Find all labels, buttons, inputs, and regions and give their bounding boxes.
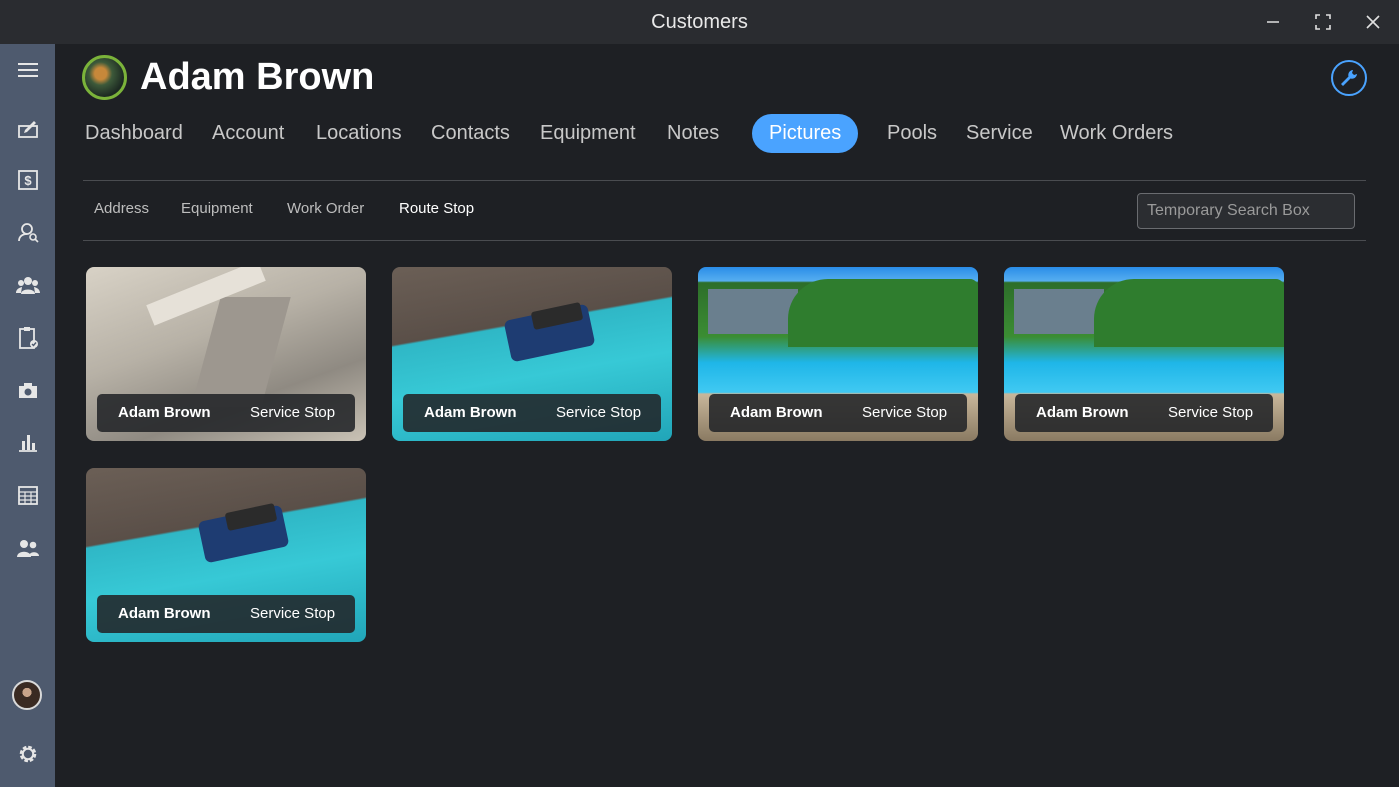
gear-icon[interactable] xyxy=(14,740,42,768)
customer-name: Adam Brown xyxy=(140,56,375,98)
picture-label: Adam Brown Service Stop xyxy=(97,595,355,633)
picture-label: Adam Brown Service Stop xyxy=(403,394,661,432)
users-icon[interactable] xyxy=(14,534,42,562)
clipboard-check-icon[interactable] xyxy=(14,324,42,352)
subtab-route-stop[interactable]: Route Stop xyxy=(399,200,474,217)
app-window: Customers $ Adam Brown Dashboard Account… xyxy=(0,0,1399,787)
picture-type: Service Stop xyxy=(250,404,336,421)
subtab-work-order[interactable]: Work Order xyxy=(287,200,364,217)
tab-pools[interactable]: Pools xyxy=(887,114,937,153)
picture-type: Service Stop xyxy=(250,605,336,622)
team-icon[interactable] xyxy=(14,271,42,299)
window-title: Customers xyxy=(651,11,748,33)
customer-search-icon[interactable] xyxy=(14,218,42,246)
tab-equipment[interactable]: Equipment xyxy=(540,114,636,153)
picture-card[interactable]: Adam Brown Service Stop xyxy=(698,267,978,441)
tab-account[interactable]: Account xyxy=(212,114,284,153)
search-input[interactable] xyxy=(1137,193,1355,229)
customer-avatar xyxy=(82,55,127,100)
tools-button[interactable] xyxy=(1331,60,1367,96)
picture-card[interactable]: Adam Brown Service Stop xyxy=(86,468,366,642)
picture-customer: Adam Brown xyxy=(1036,404,1129,421)
tab-dashboard[interactable]: Dashboard xyxy=(85,114,183,153)
sidebar: $ xyxy=(0,44,55,787)
picture-customer: Adam Brown xyxy=(730,404,823,421)
calendar-icon[interactable] xyxy=(14,481,42,509)
picture-label: Adam Brown Service Stop xyxy=(1015,394,1273,432)
tab-locations[interactable]: Locations xyxy=(316,114,402,153)
billing-icon[interactable]: $ xyxy=(14,166,42,194)
user-avatar[interactable] xyxy=(12,680,42,710)
minimize-button[interactable] xyxy=(1258,8,1288,36)
picture-label: Adam Brown Service Stop xyxy=(709,394,967,432)
tab-notes[interactable]: Notes xyxy=(667,114,719,153)
picture-customer: Adam Brown xyxy=(118,404,211,421)
tab-contacts[interactable]: Contacts xyxy=(431,114,510,153)
picture-type: Service Stop xyxy=(556,404,642,421)
picture-card[interactable]: Adam Brown Service Stop xyxy=(1004,267,1284,441)
picture-customer: Adam Brown xyxy=(424,404,517,421)
wrench-icon xyxy=(1341,70,1357,86)
divider xyxy=(83,180,1366,181)
camera-icon[interactable] xyxy=(14,376,42,404)
picture-card[interactable]: Adam Brown Service Stop xyxy=(86,267,366,441)
edit-icon[interactable] xyxy=(14,114,42,142)
picture-card[interactable]: Adam Brown Service Stop xyxy=(392,267,672,441)
picture-type: Service Stop xyxy=(1168,404,1254,421)
close-button[interactable] xyxy=(1358,8,1388,36)
maximize-button[interactable] xyxy=(1308,8,1338,36)
subtab-equipment[interactable]: Equipment xyxy=(181,200,253,217)
menu-icon[interactable] xyxy=(14,56,42,84)
subtab-address[interactable]: Address xyxy=(94,200,149,217)
minimize-icon xyxy=(1267,21,1279,23)
close-icon xyxy=(1366,15,1380,29)
chart-icon[interactable] xyxy=(14,428,42,456)
picture-customer: Adam Brown xyxy=(118,605,211,622)
title-bar: Customers xyxy=(0,0,1399,44)
maximize-icon xyxy=(1315,14,1331,30)
picture-type: Service Stop xyxy=(862,404,948,421)
picture-label: Adam Brown Service Stop xyxy=(97,394,355,432)
tab-service[interactable]: Service xyxy=(966,114,1033,153)
tab-work-orders[interactable]: Work Orders xyxy=(1060,114,1173,153)
tab-pictures[interactable]: Pictures xyxy=(752,114,859,153)
svg-text:$: $ xyxy=(24,173,32,188)
divider xyxy=(83,240,1366,241)
